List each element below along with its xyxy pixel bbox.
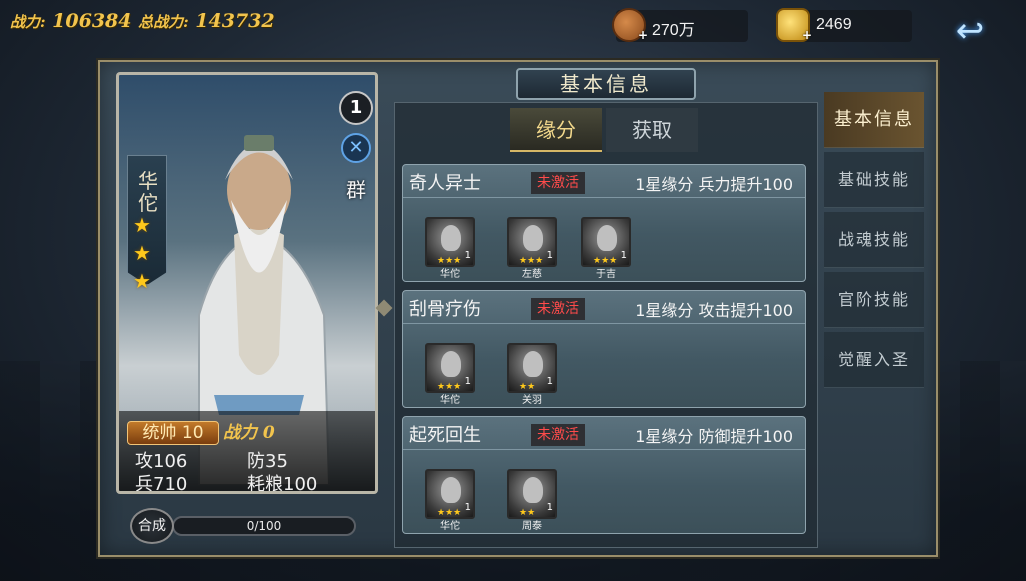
- total-power-label: 总战力:: [138, 13, 189, 31]
- avatar-stars: ★★★: [437, 382, 462, 392]
- avatar-stars: ★★★: [437, 508, 462, 518]
- defense-value: 35: [265, 451, 288, 472]
- fate-effect: 1星缘分 防御提升100: [635, 427, 793, 446]
- avatar-count: 1: [464, 250, 471, 261]
- fate-effect: 1星缘分 兵力提升100: [635, 175, 793, 194]
- avatar-face-icon: [441, 225, 461, 251]
- command-value: 10: [181, 423, 204, 443]
- command-badge: 统帅 10: [127, 421, 219, 445]
- back-arrow-icon[interactable]: ↩: [948, 14, 992, 50]
- copper-resource[interactable]: + 270万: [612, 8, 748, 42]
- fate-divider: [403, 323, 805, 324]
- side-tab-soul-skills[interactable]: 战魂技能: [824, 212, 924, 268]
- avatar-stars: ★★: [519, 382, 536, 392]
- troops-label: 兵: [135, 474, 153, 494]
- avatar-stars: ★★★: [519, 256, 544, 266]
- avatar-face-icon: [597, 225, 617, 251]
- avatar-face-icon: [523, 477, 543, 503]
- fate-title: 刮骨疗伤: [409, 299, 481, 320]
- avatar-count: 1: [546, 502, 553, 513]
- avatar-count: 1: [620, 250, 627, 261]
- merge-progress-text: 0/100: [246, 519, 282, 533]
- fate-divider: [403, 449, 805, 450]
- attack-label: 攻: [135, 451, 153, 472]
- side-tab-list: 基本信息 基础技能 战魂技能 官阶技能 觉醒入圣: [824, 92, 924, 388]
- fate-status-badge: 未激活: [531, 172, 585, 194]
- faction-label: 群: [346, 178, 366, 202]
- side-tab-rank-skills[interactable]: 官阶技能: [824, 272, 924, 328]
- add-gold-icon[interactable]: +: [800, 28, 814, 42]
- tab-fate[interactable]: 缘分: [510, 108, 602, 152]
- fate-member-avatar[interactable]: ★★ 1: [507, 343, 557, 393]
- avatar-face-icon: [523, 351, 543, 377]
- star-icon: ★: [133, 269, 151, 293]
- star-icon: ★: [133, 241, 151, 265]
- fate-divider: [403, 197, 805, 198]
- fate-member-name: 华佗: [440, 269, 460, 280]
- avatar-count: 1: [464, 376, 471, 387]
- command-power: 战力 0: [223, 421, 275, 445]
- copper-value: 270万: [652, 22, 695, 39]
- fate-effect: 1星缘分 攻击提升100: [635, 301, 793, 320]
- avatar-face-icon: [441, 477, 461, 503]
- star-icon: ★: [133, 213, 151, 237]
- merge-button[interactable]: 合成: [130, 508, 174, 544]
- gold-value: 2469: [816, 16, 852, 33]
- side-tab-basic-skills[interactable]: 基础技能: [824, 152, 924, 208]
- avatar-count: 1: [546, 376, 553, 387]
- hero-card: 华佗 ★ ★ ★ 1 ✕ 群 统帅 10 战力 0 攻106 防35 兵710 …: [116, 72, 378, 494]
- fate-member-name: 华佗: [440, 521, 460, 532]
- gold-resource[interactable]: + 2469: [776, 8, 912, 42]
- avatar-count: 1: [464, 502, 471, 513]
- avatar-count: 1: [546, 250, 553, 261]
- fate-member-avatar[interactable]: ★★★ 1: [425, 343, 475, 393]
- archer-class-icon: ✕: [341, 133, 371, 163]
- fate-member-name: 华佗: [440, 395, 460, 406]
- fate-title: 奇人异士: [409, 173, 481, 194]
- avatar-stars: ★★★: [437, 256, 462, 266]
- side-tab-awaken[interactable]: 觉醒入圣: [824, 332, 924, 388]
- fate-title: 起死回生: [409, 425, 481, 446]
- food-value: 100: [283, 474, 318, 494]
- defense-label: 防: [247, 451, 265, 472]
- tab-obtain[interactable]: 获取: [606, 108, 698, 152]
- avatar-face-icon: [441, 351, 461, 377]
- fate-member-avatar[interactable]: ★★★ 1: [507, 217, 557, 267]
- power-value: 106384: [52, 10, 132, 32]
- power-label: 战力:: [10, 13, 46, 31]
- fate-member-name: 于吉: [596, 269, 616, 280]
- fate-row: 奇人异士 未激活 1星缘分 兵力提升100 ★★★ 1 华佗 ★★★ 1 左慈 …: [402, 164, 806, 282]
- command-power-value: 0: [262, 423, 275, 443]
- fate-member-name: 左慈: [522, 269, 542, 280]
- hero-name: 华佗: [138, 169, 158, 215]
- avatar-face-icon: [523, 225, 543, 251]
- fate-row: 起死回生 未激活 1星缘分 防御提升100 ★★★ 1 华佗 ★★ 1 周泰: [402, 416, 806, 534]
- hero-level-badge: 1: [339, 91, 373, 125]
- fate-member-avatar[interactable]: ★★★ 1: [425, 217, 475, 267]
- fate-member-name: 周泰: [522, 521, 542, 532]
- add-copper-icon[interactable]: +: [636, 28, 650, 42]
- fate-member-avatar[interactable]: ★★★ 1: [425, 469, 475, 519]
- side-tab-basic-info[interactable]: 基本信息: [824, 92, 924, 148]
- command-power-label: 战力: [223, 423, 257, 443]
- avatar-stars: ★★★: [593, 256, 618, 266]
- panel-title: 基本信息: [516, 68, 696, 100]
- fate-row: 刮骨疗伤 未激活 1星缘分 攻击提升100 ★★★ 1 华佗 ★★ 1 关羽: [402, 290, 806, 408]
- fate-member-avatar[interactable]: ★★★ 1: [581, 217, 631, 267]
- power-display: 战力: 106384 总战力: 143732: [10, 10, 275, 32]
- fate-status-badge: 未激活: [531, 424, 585, 446]
- troops-stat: 兵710: [135, 470, 188, 494]
- command-label: 统帅: [142, 423, 177, 443]
- total-power-value: 143732: [195, 10, 275, 32]
- fate-member-avatar[interactable]: ★★ 1: [507, 469, 557, 519]
- fate-status-badge: 未激活: [531, 298, 585, 320]
- fate-member-name: 关羽: [522, 395, 542, 406]
- food-label: 耗粮: [247, 474, 283, 494]
- attack-value: 106: [153, 451, 188, 472]
- top-bar: 战力: 106384 总战力: 143732 + 270万 + 2469 ↩: [0, 0, 1026, 48]
- food-stat: 耗粮100: [247, 470, 318, 494]
- avatar-stars: ★★: [519, 508, 536, 518]
- merge-progress-bar: 0/100: [172, 516, 356, 536]
- troops-value: 710: [153, 474, 188, 494]
